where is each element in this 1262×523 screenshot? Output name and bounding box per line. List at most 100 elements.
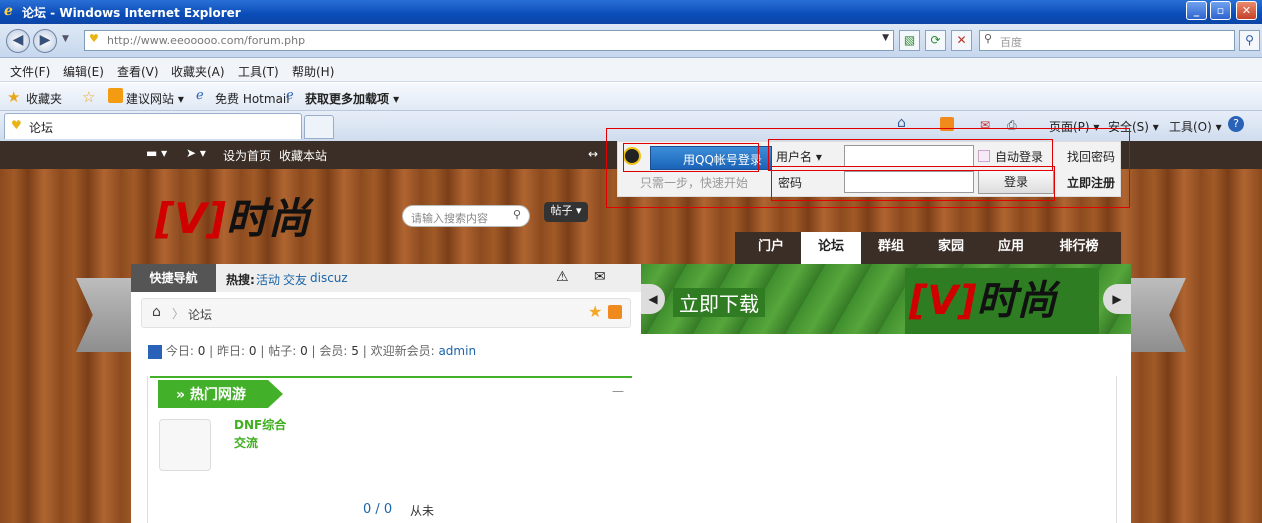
- stat-posts: 0: [300, 344, 308, 358]
- ie-icon: ℯ: [4, 3, 13, 19]
- hotmail-icon: ℯ: [196, 88, 204, 103]
- banner-prev-icon[interactable]: ◀: [641, 284, 665, 314]
- history-dropdown-icon[interactable]: ▼: [62, 34, 69, 44]
- minimize-button[interactable]: _: [1186, 1, 1207, 20]
- breadcrumb-separator: 〉: [172, 307, 185, 321]
- nav-ranking[interactable]: 排行榜: [1049, 232, 1109, 264]
- tab-favicon: ♥: [11, 118, 22, 132]
- quick-nav-button[interactable]: 快捷导航: [131, 264, 216, 292]
- nav-portal[interactable]: 门户: [745, 232, 797, 264]
- mobile-icon[interactable]: ▬ ▾: [146, 146, 167, 160]
- menu-file[interactable]: 文件(F): [10, 63, 50, 80]
- new-tab-button[interactable]: [304, 115, 334, 139]
- favorite-star-icon[interactable]: ★: [588, 302, 602, 321]
- warning-icon[interactable]: ⚠: [556, 269, 569, 285]
- search-placeholder: 百度: [1000, 36, 1022, 49]
- nav-home[interactable]: 家园: [925, 232, 977, 264]
- menu-favorites[interactable]: 收藏夹(A): [171, 63, 225, 80]
- hot-search-bar: 热搜: 活动 交友 discuz ⚠ ✉: [216, 264, 641, 292]
- addons-link[interactable]: 获取更多加载项 ▾: [305, 90, 399, 107]
- menu-view[interactable]: 查看(V): [117, 63, 159, 80]
- add-favorite-icon[interactable]: ☆: [82, 88, 95, 106]
- title-bar: ℯ 论坛 - Windows Internet Explorer _ ▫ ✕: [0, 0, 1262, 24]
- hotmail-link[interactable]: 免费 Hotmail: [215, 90, 290, 107]
- help-icon[interactable]: ?: [1228, 116, 1244, 132]
- banner-logo: [V]时尚: [905, 268, 1099, 334]
- hot-label: 热搜:: [226, 273, 255, 287]
- forum-stats: 今日: 0 | 昨日: 0 | 帖子: 0 | 会员: 5 | 欢迎新会员: a…: [148, 342, 476, 359]
- back-button[interactable]: ◀: [6, 29, 30, 53]
- window-title: 论坛 - Windows Internet Explorer: [22, 6, 241, 20]
- search-icon: ⚲: [984, 32, 993, 45]
- search-type-select[interactable]: 帖子 ▾: [544, 202, 588, 222]
- promo-banner[interactable]: ◀ 立即下载 [V]时尚 ▶: [641, 264, 1131, 334]
- addons-icon: ℯ: [286, 88, 294, 103]
- menu-bar: 文件(F) 编辑(E) 查看(V) 收藏夹(A) 工具(T) 帮助(H): [0, 58, 1262, 82]
- widescreen-toggle-icon[interactable]: ↔: [588, 147, 598, 161]
- bookmark-link[interactable]: 收藏本站: [279, 147, 327, 164]
- site-favicon: ♥: [89, 32, 99, 45]
- section-title: » 热门网游: [158, 380, 283, 408]
- set-home-link[interactable]: 设为首页: [223, 147, 271, 164]
- forum-name-link[interactable]: DNF综合交流: [234, 416, 296, 452]
- site-search-input[interactable]: 请输入搜索内容 ⚲: [402, 205, 530, 227]
- favorites-bar: ★ 收藏夹 ☆ 建议网站 ▾ ℯ 免费 Hotmail ℯ 获取更多加载项 ▾: [0, 83, 1262, 111]
- favorites-button[interactable]: 收藏夹: [26, 90, 62, 107]
- address-url: http://www.eeooooo.com/forum.php: [107, 34, 306, 47]
- menu-help[interactable]: 帮助(H): [292, 63, 334, 80]
- banner-download[interactable]: 立即下载: [673, 288, 765, 317]
- section-collapse-icon[interactable]: —: [612, 384, 624, 398]
- banner-logo-text: 时尚: [976, 278, 1057, 324]
- hot-link-discuz[interactable]: discuz: [310, 271, 348, 285]
- suggested-sites-link[interactable]: 建议网站 ▾: [126, 90, 184, 107]
- stat-members-label: 会员:: [319, 344, 348, 358]
- stats-chart-icon: [148, 344, 162, 359]
- stat-yesterday-label: 昨日:: [217, 344, 246, 358]
- new-member-link[interactable]: admin: [438, 344, 476, 358]
- maximize-button[interactable]: ▫: [1210, 1, 1231, 20]
- stat-today-label: 今日:: [165, 344, 194, 358]
- stat-welcome-label: 欢迎新会员:: [370, 344, 435, 358]
- close-button[interactable]: ✕: [1236, 1, 1257, 20]
- site-search-placeholder: 请输入搜索内容: [411, 212, 488, 225]
- forward-button[interactable]: ▶: [33, 29, 57, 53]
- logo-text: 时尚: [225, 194, 310, 243]
- suggested-sites-icon: [108, 88, 123, 103]
- stop-icon[interactable]: ✕: [951, 30, 972, 51]
- menu-tools[interactable]: 工具(T): [238, 63, 279, 80]
- breadcrumb-forum[interactable]: 论坛: [188, 306, 212, 323]
- stat-yesterday: 0: [248, 344, 257, 358]
- tools-menu[interactable]: 工具(O) ▾: [1169, 118, 1222, 135]
- forum-counts: 0 / 0: [363, 502, 393, 517]
- address-input[interactable]: ♥ http://www.eeooooo.com/forum.php ▼: [84, 30, 894, 51]
- address-dropdown-icon[interactable]: ▼: [882, 33, 889, 43]
- tab-label: 论坛: [29, 121, 54, 135]
- nav-apps[interactable]: 应用: [985, 232, 1037, 264]
- address-toolbar: ◀ ▶ ▼ ♥ http://www.eeooooo.com/forum.php…: [0, 24, 1262, 58]
- share-icon[interactable]: ➤ ▾: [186, 146, 206, 160]
- search-input[interactable]: ⚲ 百度: [979, 30, 1235, 51]
- compat-view-icon[interactable]: ▧: [899, 30, 920, 51]
- forum-icon[interactable]: [159, 419, 211, 471]
- nav-group[interactable]: 群组: [865, 232, 917, 264]
- refresh-icon[interactable]: ⟳: [925, 30, 946, 51]
- forum-last-post: 从未: [410, 504, 435, 518]
- stat-today: 0: [197, 344, 206, 358]
- banner-next-icon[interactable]: ▶: [1103, 284, 1131, 314]
- browser-tab[interactable]: ♥ 论坛: [4, 113, 302, 139]
- search-go-icon[interactable]: ⚲: [1239, 30, 1260, 51]
- section-divider: [150, 376, 632, 378]
- hot-link-friends[interactable]: 交友: [283, 271, 307, 288]
- nav-forum[interactable]: 论坛: [801, 232, 861, 264]
- site-logo[interactable]: [V]时尚: [155, 185, 310, 246]
- banner-logo-v: [V]: [909, 278, 977, 324]
- message-icon[interactable]: ✉: [594, 269, 606, 285]
- rss-icon[interactable]: [608, 305, 622, 319]
- breadcrumb-home-icon[interactable]: ⌂: [152, 304, 161, 320]
- hot-link-activity[interactable]: 活动: [256, 271, 280, 288]
- site-search-icon[interactable]: ⚲: [513, 208, 521, 221]
- menu-edit[interactable]: 编辑(E): [63, 63, 104, 80]
- favorites-star-icon: ★: [7, 88, 21, 106]
- breadcrumb: ⌂ 〉 论坛 ★: [141, 298, 631, 328]
- logo-v: [V]: [155, 194, 226, 243]
